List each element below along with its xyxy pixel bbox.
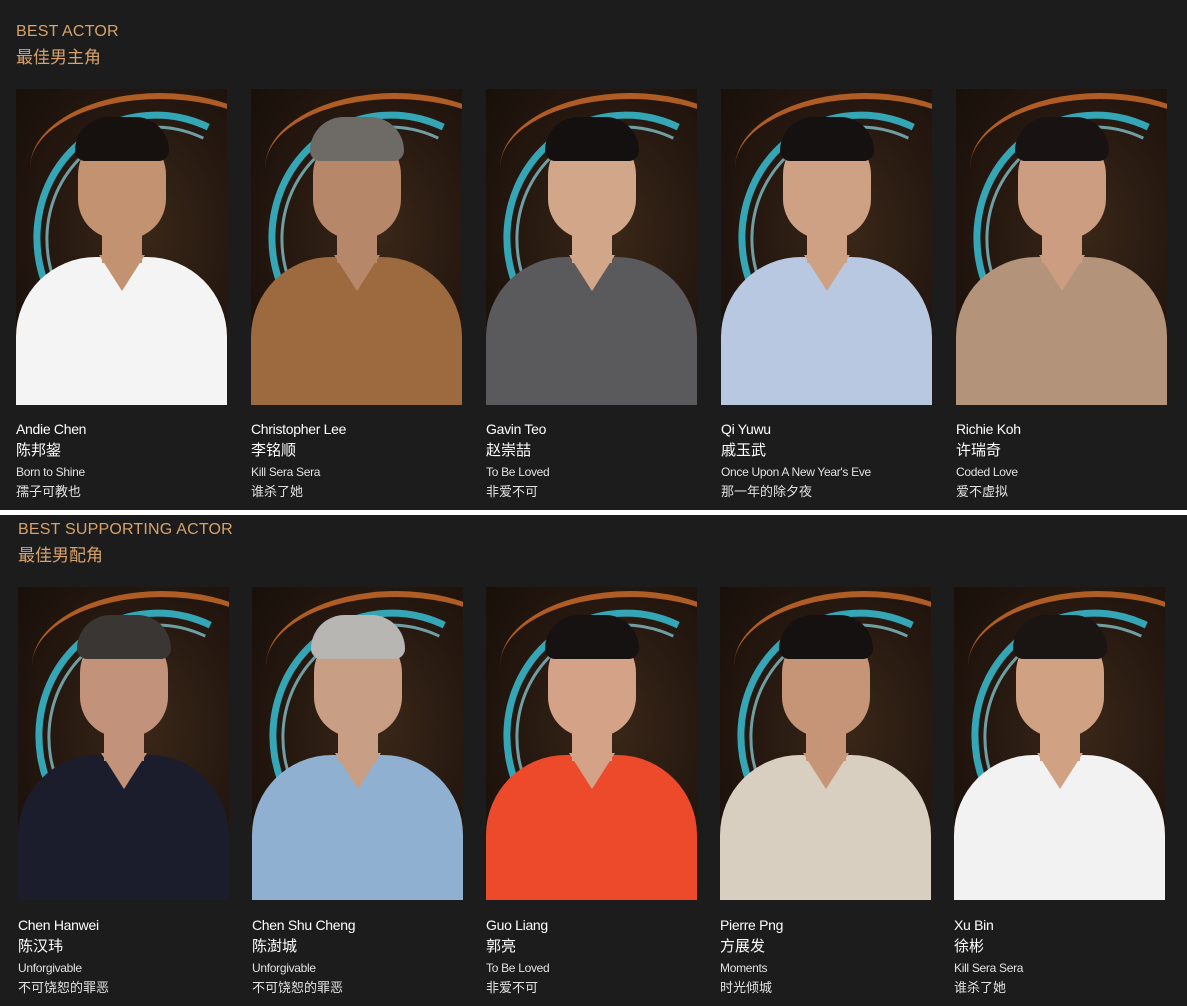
nominee-name-zh: 李铭顺 <box>251 441 297 459</box>
nominee-card[interactable]: Qi Yuwu 戚玉武 Once Upon A New Year's Eve 那一年的… <box>721 89 932 500</box>
nominee-name-en: Qi Yuwu <box>721 421 771 437</box>
portrait-hair <box>1015 117 1109 161</box>
nominee-work-zh: 谁杀了她 <box>251 485 304 500</box>
nominee-portrait[interactable] <box>956 89 1167 405</box>
nominee-portrait[interactable] <box>16 89 227 405</box>
nominee-name-zh: 方展发 <box>720 937 766 955</box>
nominee-name-en: Chen Hanwei <box>18 917 99 933</box>
nominee-work-zh: 时光倾城 <box>720 981 773 996</box>
nominee-work-zh: 爱不虚拟 <box>956 485 1009 500</box>
nominee-name-zh: 陈邦鋆 <box>16 441 62 459</box>
nominee-name-en: Gavin Teo <box>486 421 547 437</box>
nominee-name-en: Chen Shu Cheng <box>252 917 356 933</box>
nominee-work-zh: 不可饶恕的罪恶 <box>252 981 344 996</box>
nominee-name-zh: 许瑞奇 <box>956 441 1002 459</box>
nominee-work-zh: 不可饶恕的罪恶 <box>18 981 110 996</box>
nominee-portrait[interactable] <box>251 89 462 405</box>
nominee-work-en: Coded Love <box>956 465 1018 479</box>
nominee-name-zh: 徐彬 <box>954 937 985 955</box>
nominee-work-en: Kill Sera Sera <box>954 961 1024 975</box>
portrait-hair <box>779 615 873 659</box>
nominee-name-zh: 陈汉玮 <box>18 937 64 955</box>
nominee-portrait[interactable] <box>252 587 463 900</box>
portrait-hair <box>311 615 405 659</box>
nominee-portrait[interactable] <box>486 587 697 900</box>
nominee-name-en: Pierre Png <box>720 917 784 933</box>
nominee-portrait[interactable] <box>18 587 229 900</box>
portrait-hair <box>75 117 169 161</box>
portrait-hair <box>1013 615 1107 659</box>
nominee-work-en: Once Upon A New Year's Eve <box>721 465 871 479</box>
nominee-work-en: To Be Loved <box>486 961 550 975</box>
nominee-name-en: Guo Liang <box>486 917 548 933</box>
nominee-name-zh: 陈澍城 <box>252 937 298 955</box>
category-title: BEST ACTOR <box>16 23 119 40</box>
category-subtitle: 最佳男主角 <box>16 48 101 68</box>
nominee-work-en: Unforgivable <box>252 961 316 975</box>
portrait-hair <box>545 117 639 161</box>
nominee-name-en: Richie Koh <box>956 421 1021 437</box>
nominee-card[interactable]: Chen Shu Cheng 陈澍城 Unforgivable 不可饶恕的罪恶 <box>252 587 463 996</box>
portrait-hair <box>77 615 171 659</box>
category-subtitle: 最佳男配角 <box>18 546 103 566</box>
nominee-portrait[interactable] <box>486 89 697 405</box>
nominee-card[interactable]: Pierre Png 方展发 Moments 时光倾城 <box>720 587 931 996</box>
nominee-work-zh: 那一年的除夕夜 <box>721 485 813 500</box>
nominee-portrait[interactable] <box>721 89 932 405</box>
nominee-card[interactable]: Xu Bin 徐彬 Kill Sera Sera 谁杀了她 <box>954 587 1165 996</box>
nominee-card[interactable]: Richie Koh 许瑞奇 Coded Love 爱不虚拟 <box>956 89 1167 500</box>
nominee-name-zh: 赵崇喆 <box>486 441 532 459</box>
nominee-work-zh: 谁杀了她 <box>954 981 1007 996</box>
nominee-name-en: Andie Chen <box>16 421 87 437</box>
nominee-name-en: Xu Bin <box>954 917 994 933</box>
best-supporting-actor-section: BEST SUPPORTING ACTOR 最佳男配角 Chen Hanwei 陈… <box>0 515 1187 1006</box>
nominee-card[interactable]: Guo Liang 郭亮 To Be Loved 非爱不可 <box>486 587 697 996</box>
nominee-card[interactable]: Chen Hanwei 陈汉玮 Unforgivable 不可饶恕的罪恶 <box>18 587 229 996</box>
category-title: BEST SUPPORTING ACTOR <box>18 521 233 538</box>
nominee-card[interactable]: Christopher Lee 李铭顺 Kill Sera Sera 谁杀了她 <box>251 89 462 500</box>
portrait-hair <box>310 117 404 161</box>
nominee-name-zh: 郭亮 <box>486 937 517 955</box>
nominee-card[interactable]: Andie Chen 陈邦鋆 Born to Shine 孺子可教也 <box>16 89 227 500</box>
nominee-work-zh: 孺子可教也 <box>16 485 82 500</box>
portrait-hair <box>780 117 874 161</box>
nominee-work-en: Kill Sera Sera <box>251 465 321 479</box>
nominee-portrait[interactable] <box>720 587 931 900</box>
nominee-name-en: Christopher Lee <box>251 421 347 437</box>
nominee-portrait[interactable] <box>954 587 1165 900</box>
nominee-work-en: Moments <box>720 961 768 975</box>
nominee-work-en: To Be Loved <box>486 465 550 479</box>
nominee-work-en: Unforgivable <box>18 961 82 975</box>
nominee-work-en: Born to Shine <box>16 465 85 479</box>
nominee-work-zh: 非爱不可 <box>486 981 539 996</box>
portrait-hair <box>545 615 639 659</box>
nominee-name-zh: 戚玉武 <box>721 441 767 459</box>
best-actor-section: BEST ACTOR 最佳男主角 Andie Chen 陈邦鋆 Born to Sh… <box>0 0 1187 510</box>
nominee-work-zh: 非爱不可 <box>486 485 539 500</box>
nominee-card[interactable]: Gavin Teo 赵崇喆 To Be Loved 非爱不可 <box>486 89 697 500</box>
